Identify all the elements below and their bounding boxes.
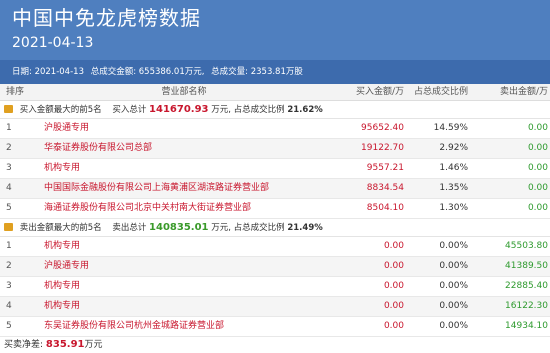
buy-ratio-value: 21.62%	[287, 105, 323, 115]
row-buy: 9557.21	[366, 163, 404, 173]
table-header: 排序 营业部名称 买入金额/万 占总成交比例 卖出金额/万	[0, 84, 550, 101]
row-ratio: 1.46%	[439, 163, 468, 173]
summary-bar: 日期: 2021-04-13 总成交金额: 655386.01万元, 总成交量:…	[0, 60, 550, 84]
table-row: 1 沪股通专用 95652.40 14.59% 0.00	[0, 119, 550, 139]
row-ratio: 14.59%	[433, 123, 468, 133]
buy-total-value: 141670.93	[149, 104, 209, 115]
row-sell: 45503.80	[505, 241, 548, 251]
date-label: 日期:	[12, 67, 32, 77]
row-sell: 41389.50	[505, 261, 548, 271]
sell-total-unit: 万元,	[211, 223, 231, 233]
row-ratio: 1.35%	[439, 183, 468, 193]
net-value: 835.91	[45, 339, 85, 350]
page-title: 中国中免龙虎榜数据	[12, 6, 201, 30]
col-sell: 卖出金额/万	[499, 87, 548, 97]
row-ratio: 0.00%	[439, 321, 468, 331]
page-date: 2021-04-13	[12, 35, 94, 51]
row-buy: 0.00	[383, 281, 404, 291]
row-sell: 14934.10	[505, 321, 548, 331]
total-amount-value: 655386.01万元,	[138, 67, 205, 77]
row-ratio: 0.00%	[439, 301, 468, 311]
total-amount-label: 总成交金额:	[90, 67, 137, 77]
row-ratio: 0.00%	[439, 281, 468, 291]
row-name[interactable]: 沪股通专用	[24, 119, 344, 138]
row-sell: 0.00	[527, 183, 548, 193]
row-rank: 5	[6, 203, 12, 213]
row-name[interactable]: 东吴证券股份有限公司杭州金城路证券营业部	[24, 317, 344, 336]
row-ratio: 0.00%	[439, 261, 468, 271]
buy-summary: 买入金额最大的前5名 买入总计 141670.93 万元, 占总成交比例 21.…	[0, 101, 550, 119]
row-buy: 0.00	[383, 241, 404, 251]
row-sell: 22885.40	[505, 281, 548, 291]
table-row: 5 海通证券股份有限公司北京中关村南大街证券营业部 8504.10 1.30% …	[0, 199, 550, 219]
row-rank: 4	[6, 183, 12, 193]
row-ratio: 2.92%	[439, 143, 468, 153]
row-name[interactable]: 华泰证券股份有限公司总部	[24, 139, 344, 158]
row-sell: 16122.30	[505, 301, 548, 311]
net-difference: 买卖净差: 835.91万元	[0, 337, 550, 353]
table-row: 4 中国国际金融股份有限公司上海黄浦区湖滨路证券营业部 8834.54 1.35…	[0, 179, 550, 199]
row-rank: 2	[6, 143, 12, 153]
row-name[interactable]: 机构专用	[24, 277, 344, 296]
col-name: 营业部名称	[161, 87, 207, 97]
row-rank: 3	[6, 281, 12, 291]
net-label: 买卖净差:	[4, 340, 44, 350]
sell-summary: 卖出金额最大的前5名 卖出总计 140835.01 万元, 占总成交比例 21.…	[0, 219, 550, 237]
row-rank: 2	[6, 261, 12, 271]
table-row: 4 机构专用 0.00 0.00% 16122.30	[0, 297, 550, 317]
date-value: 2021-04-13	[34, 67, 84, 77]
sell-table: 1 机构专用 0.00 0.00% 45503.80 2 沪股通专用 0.00 …	[0, 237, 550, 337]
row-buy: 19122.70	[361, 143, 404, 153]
table-row: 2 沪股通专用 0.00 0.00% 41389.50	[0, 257, 550, 277]
row-sell: 0.00	[527, 203, 548, 213]
row-name[interactable]: 沪股通专用	[24, 257, 344, 276]
sell-total-label: 卖出总计	[112, 223, 147, 233]
folder-icon	[4, 222, 13, 231]
row-name[interactable]: 中国国际金融股份有限公司上海黄浦区湖滨路证券营业部	[24, 179, 344, 198]
row-rank: 5	[6, 321, 12, 331]
row-name[interactable]: 机构专用	[24, 297, 344, 316]
row-rank: 3	[6, 163, 12, 173]
total-volume-value: 2353.81万股	[250, 67, 303, 77]
row-buy: 8504.10	[366, 203, 404, 213]
row-buy: 95652.40	[361, 123, 404, 133]
table-row: 2 华泰证券股份有限公司总部 19122.70 2.92% 0.00	[0, 139, 550, 159]
buy-table: 1 沪股通专用 95652.40 14.59% 0.00 2 华泰证券股份有限公…	[0, 119, 550, 219]
row-sell: 0.00	[527, 163, 548, 173]
table-row: 3 机构专用 9557.21 1.46% 0.00	[0, 159, 550, 179]
row-sell: 0.00	[527, 123, 548, 133]
row-buy: 8834.54	[366, 183, 404, 193]
sell-total-value: 140835.01	[149, 222, 209, 233]
header-banner: 中国中免龙虎榜数据 2021-04-13	[0, 0, 550, 60]
row-rank: 1	[6, 123, 12, 133]
row-name[interactable]: 机构专用	[24, 159, 344, 178]
col-rank: 排序	[6, 87, 25, 97]
table-row: 3 机构专用 0.00 0.00% 22885.40	[0, 277, 550, 297]
row-sell: 0.00	[527, 143, 548, 153]
col-buy: 买入金额/万	[355, 87, 404, 97]
total-volume-label: 总成交量:	[211, 67, 249, 77]
buy-total-unit: 万元,	[211, 105, 231, 115]
buy-total-label: 买入总计	[112, 105, 147, 115]
buy-ratio-label: 占总成交比例	[233, 105, 285, 115]
sell-summary-label: 卖出金额最大的前5名	[19, 223, 102, 233]
row-name[interactable]: 机构专用	[24, 237, 344, 256]
row-ratio: 1.30%	[439, 203, 468, 213]
buy-summary-label: 买入金额最大的前5名	[19, 105, 102, 115]
row-ratio: 0.00%	[439, 241, 468, 251]
sell-ratio-value: 21.49%	[287, 223, 323, 233]
row-rank: 4	[6, 301, 12, 311]
row-buy: 0.00	[383, 321, 404, 331]
table-row: 1 机构专用 0.00 0.00% 45503.80	[0, 237, 550, 257]
row-name[interactable]: 海通证券股份有限公司北京中关村南大街证券营业部	[24, 199, 344, 218]
row-buy: 0.00	[383, 301, 404, 311]
row-buy: 0.00	[383, 261, 404, 271]
net-unit: 万元	[84, 340, 103, 350]
folder-icon	[4, 104, 13, 113]
row-rank: 1	[6, 241, 12, 251]
sell-ratio-label: 占总成交比例	[233, 223, 285, 233]
col-ratio: 占总成交比例	[413, 87, 468, 97]
table-row: 5 东吴证券股份有限公司杭州金城路证券营业部 0.00 0.00% 14934.…	[0, 317, 550, 337]
